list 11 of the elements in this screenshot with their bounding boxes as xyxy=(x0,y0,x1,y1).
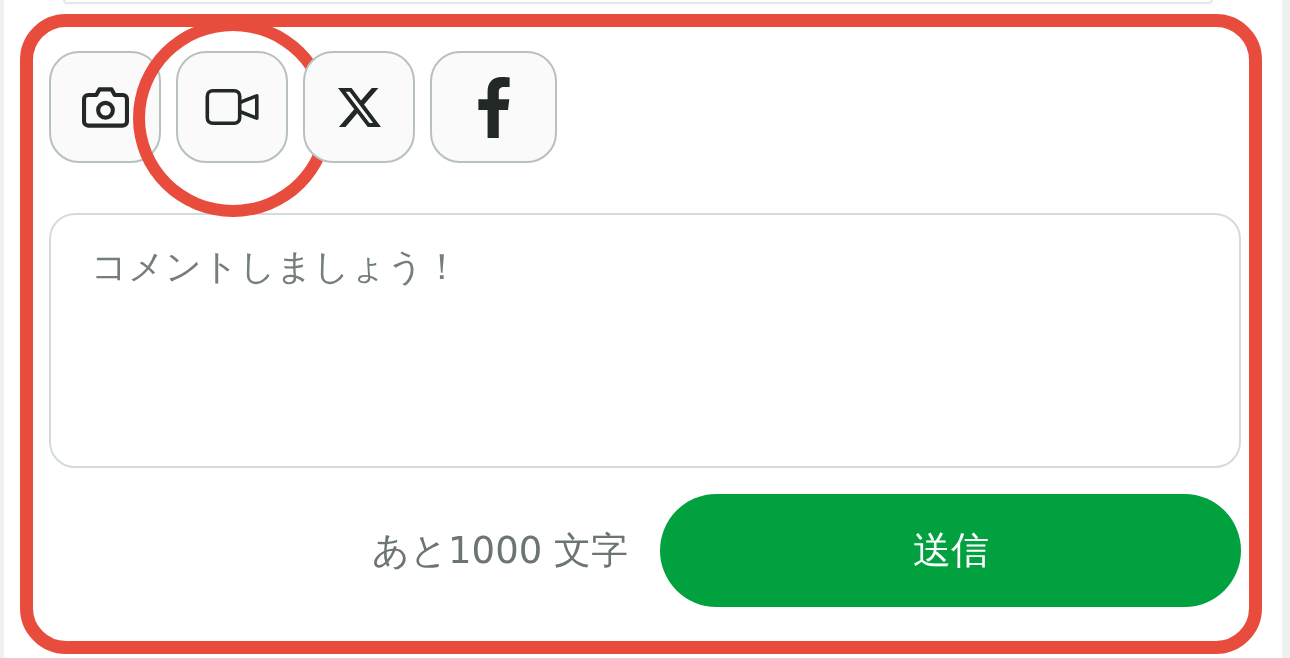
video-camera-icon xyxy=(204,89,260,125)
x-button[interactable] xyxy=(303,51,415,163)
comment-field[interactable]: コメントしましょう！ xyxy=(49,213,1241,468)
facebook-icon xyxy=(477,76,510,138)
remaining-characters-count: あと1000 文字 xyxy=(372,527,628,574)
facebook-button[interactable] xyxy=(430,51,557,163)
send-button[interactable]: 送信 xyxy=(660,494,1241,607)
x-logo-icon xyxy=(337,87,381,127)
camera-icon xyxy=(81,86,129,128)
video-button[interactable] xyxy=(176,51,288,163)
camera-button[interactable] xyxy=(49,51,161,163)
